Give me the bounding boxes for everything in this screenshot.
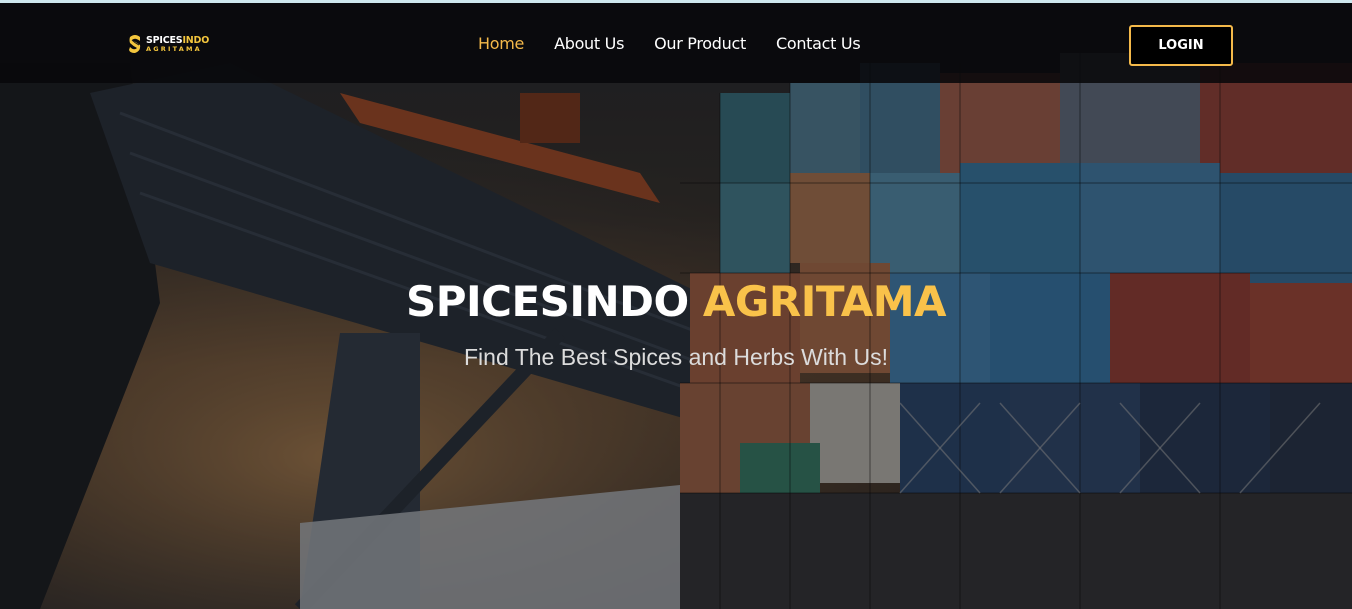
nav-item-home[interactable]: Home	[478, 34, 524, 53]
hero-title-accent: AGRITAMA	[702, 277, 947, 326]
login-button[interactable]: LOGIN	[1129, 25, 1233, 66]
nav-item-our-product[interactable]: Our Product	[654, 34, 746, 53]
brand-name-accent: INDO	[182, 34, 210, 46]
hero-subtitle: Find The Best Spices and Herbs With Us!	[464, 344, 888, 370]
spices-logo-icon	[129, 35, 141, 53]
nav-item-contact-us[interactable]: Contact Us	[776, 34, 861, 53]
nav-item-about-us[interactable]: About Us	[554, 34, 624, 53]
nav-menu: Home About Us Our Product Contact Us	[478, 34, 861, 53]
brand-logo[interactable]: SPICESINDO AGRITAMA	[128, 33, 209, 55]
navbar: SPICESINDO AGRITAMA Home About Us Our Pr…	[0, 3, 1352, 83]
hero-title: SPICESINDO AGRITAMA	[0, 277, 1352, 326]
hero-title-main: SPICESINDO	[405, 277, 689, 326]
brand-name-main: SPICES	[146, 34, 183, 46]
brand-tagline: AGRITAMA	[146, 45, 202, 53]
